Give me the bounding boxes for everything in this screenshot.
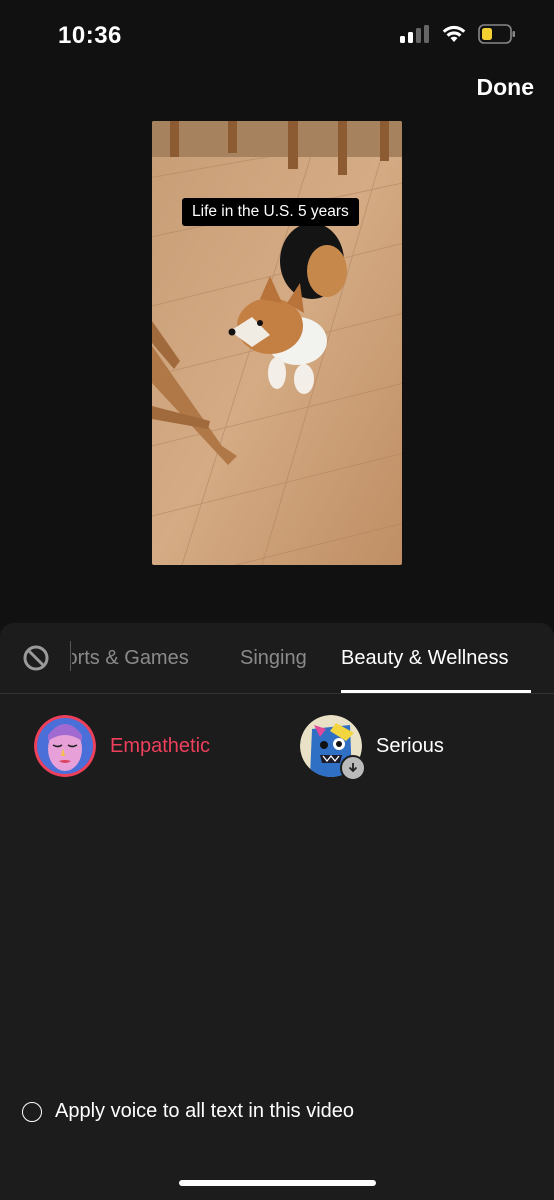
- corgi-video-frame: [152, 121, 402, 565]
- apply-all-toggle[interactable]: Apply voice to all text in this video: [22, 1100, 354, 1123]
- avatar-wrap: [300, 715, 366, 781]
- empathetic-avatar-icon: [34, 715, 96, 777]
- avatar: [34, 715, 96, 777]
- no-voice-icon[interactable]: [22, 644, 50, 672]
- wifi-icon: [442, 25, 466, 42]
- voice-panel: Sports & Games Singing Beauty & Wellness…: [0, 623, 554, 1200]
- status-icons: [400, 24, 516, 44]
- apply-all-radio[interactable]: [22, 1101, 42, 1122]
- status-bar: 10:36: [0, 0, 554, 72]
- video-preview[interactable]: [152, 121, 402, 565]
- battery-icon: [478, 24, 515, 44]
- tabs-scroll: Sports & Games Singing Beauty & Wellness: [72, 623, 554, 693]
- voice-option-empathetic[interactable]: Empathetic: [34, 715, 210, 777]
- tab-singing[interactable]: Singing: [240, 647, 307, 670]
- done-button[interactable]: Done: [477, 74, 535, 101]
- download-icon: [340, 755, 366, 781]
- home-indicator[interactable]: [179, 1180, 376, 1186]
- tab-beauty-wellness[interactable]: Beauty & Wellness: [341, 647, 509, 670]
- tab-sports-games[interactable]: Sports & Games: [72, 647, 189, 670]
- voice-option-serious[interactable]: Serious: [300, 715, 444, 781]
- video-caption[interactable]: Life in the U.S. 5 years: [182, 198, 359, 226]
- category-tabs: Sports & Games Singing Beauty & Wellness: [0, 623, 554, 694]
- voice-label: Serious: [376, 734, 444, 757]
- voice-label: Empathetic: [110, 734, 211, 757]
- tab-divider: [70, 641, 71, 671]
- signal-icon: [400, 25, 429, 43]
- active-tab-indicator: [341, 690, 531, 693]
- apply-all-label: Apply voice to all text in this video: [55, 1100, 355, 1122]
- status-time: 10:36: [58, 22, 122, 49]
